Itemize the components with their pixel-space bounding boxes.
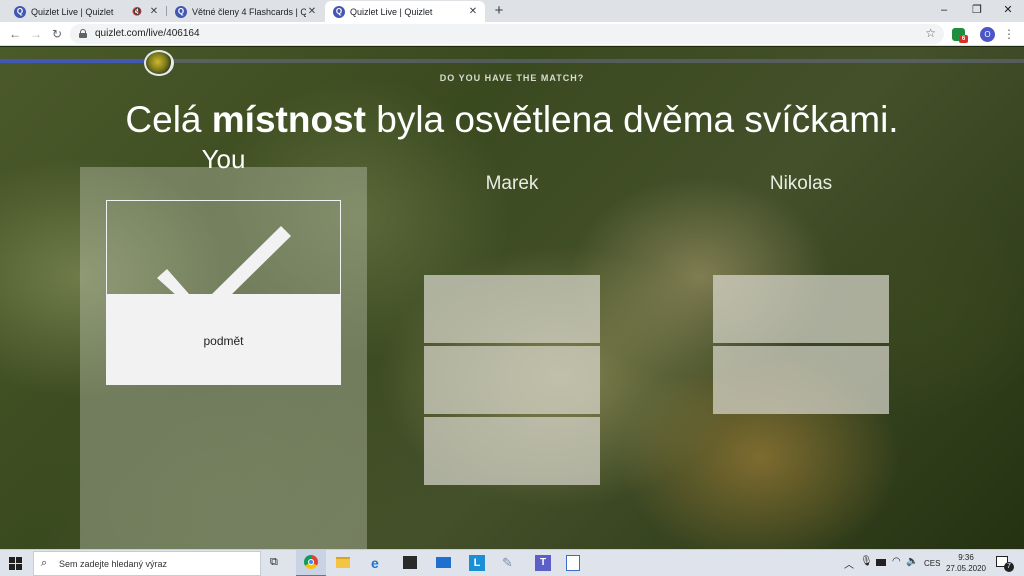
back-icon[interactable]: ← — [7, 26, 23, 42]
microphone-icon[interactable]: 🎙 — [860, 556, 873, 567]
language-indicator[interactable]: CES — [924, 559, 940, 568]
player-name-you: You — [201, 144, 246, 174]
close-icon[interactable]: ✕ — [148, 6, 160, 17]
maximize-button[interactable]: ❐ — [961, 0, 993, 22]
browser-tab-strip: Q Quizlet Live | Quizlet 🔇 ✕ Q Větné čle… — [0, 0, 1024, 22]
hidden-answer-card — [424, 346, 600, 414]
sentence-after: byla osvětlena dvěma svíčkami. — [365, 99, 899, 140]
app-l-icon[interactable]: L — [469, 555, 485, 571]
profile-icon[interactable]: O — [980, 27, 995, 42]
check-icon — [157, 226, 291, 296]
clock-time: 9:36 — [958, 553, 974, 562]
task-view-icon[interactable]: ⧉ — [270, 556, 278, 569]
tab-title: Větné členy 4 Flashcards | Quizlet — [192, 6, 306, 17]
lock-icon[interactable] — [79, 29, 87, 38]
hidden-answer-card — [424, 417, 600, 485]
forward-icon[interactable]: → — [28, 26, 44, 42]
answer-card[interactable]: podmět — [106, 295, 341, 385]
answer-text: podmět — [203, 334, 244, 348]
close-icon[interactable]: ✕ — [467, 6, 479, 17]
url-text: quizlet.com/live/406164 — [95, 28, 200, 39]
taskbar-search-box[interactable]: ⌕ Sem zadejte hledaný výraz — [33, 551, 261, 576]
clock-date: 27.05.2020 — [945, 564, 987, 573]
browser-toolbar: ← → ↻ quizlet.com/live/406164 ☆ — [0, 22, 1024, 46]
prompt-sentence: Celá místnost byla osvětlena dvěma svíčk… — [0, 99, 1024, 141]
quizlet-favicon: Q — [333, 5, 345, 18]
star-icon[interactable]: ☆ — [925, 26, 936, 40]
progress-fill — [0, 59, 154, 63]
minimize-button[interactable]: – — [928, 0, 960, 22]
player-name-nikolas: Nikolas — [769, 173, 833, 194]
volume-icon[interactable]: 🔈 — [906, 556, 918, 567]
address-bar[interactable]: quizlet.com/live/406164 ☆ — [70, 24, 944, 44]
reload-icon[interactable]: ↻ — [49, 26, 65, 42]
sentence-highlight: místnost — [211, 99, 366, 140]
tab-quizlet-live-2[interactable]: Q Quizlet Live | Quizlet ✕ — [325, 1, 485, 22]
hidden-answer-card — [713, 346, 889, 414]
tab-vetne-cleny-flashcards[interactable]: Q Větné členy 4 Flashcards | Quizlet ✕ — [167, 1, 324, 22]
close-window-button[interactable]: ✕ — [992, 0, 1024, 22]
hidden-answer-card — [424, 275, 600, 343]
windows-start-icon[interactable] — [9, 557, 22, 570]
tab-quizlet-live-1[interactable]: Q Quizlet Live | Quizlet 🔇 ✕ — [6, 1, 166, 22]
search-icon: ⌕ — [41, 557, 48, 569]
notification-count: 7 — [1004, 562, 1014, 572]
menu-icon[interactable]: ⋮ — [1003, 27, 1015, 43]
file-explorer-icon[interactable] — [336, 557, 350, 568]
edge-icon[interactable]: e — [371, 555, 379, 571]
question-label: DO YOU HAVE THE MATCH? — [439, 73, 585, 83]
notes-icon[interactable] — [566, 555, 580, 571]
paint-icon[interactable]: ✎ — [502, 555, 513, 571]
close-icon[interactable]: ✕ — [306, 6, 318, 17]
wifi-icon[interactable]: ◠ — [892, 556, 901, 567]
mail-icon[interactable] — [436, 557, 451, 568]
tab-title: Quizlet Live | Quizlet — [31, 6, 114, 17]
quizlet-favicon: Q — [14, 5, 26, 18]
search-placeholder: Sem zadejte hledaný výraz — [59, 559, 168, 569]
mute-icon[interactable]: 🔇 — [132, 7, 142, 16]
quizlet-favicon: Q — [175, 5, 187, 18]
taskbar: ⌕ Sem zadejte hledaný výraz ⧉ e L ✎ T ︿ … — [0, 549, 1024, 576]
sentence-before: Celá — [125, 99, 212, 140]
chrome-icon[interactable] — [296, 550, 326, 576]
player-name-marek: Marek — [485, 173, 539, 194]
battery-icon[interactable] — [876, 559, 886, 566]
clock[interactable]: 9:36 27.05.2020 — [945, 552, 987, 574]
store-icon[interactable] — [403, 556, 417, 569]
tray-chevron-icon[interactable]: ︿ — [844, 556, 854, 571]
hidden-answer-card — [713, 275, 889, 343]
teams-icon[interactable]: T — [535, 555, 551, 571]
correct-answer-slot — [106, 200, 341, 296]
extension-badge: 6 — [959, 35, 968, 43]
new-tab-icon[interactable]: + — [491, 3, 507, 19]
tab-title: Quizlet Live | Quizlet — [350, 6, 433, 17]
